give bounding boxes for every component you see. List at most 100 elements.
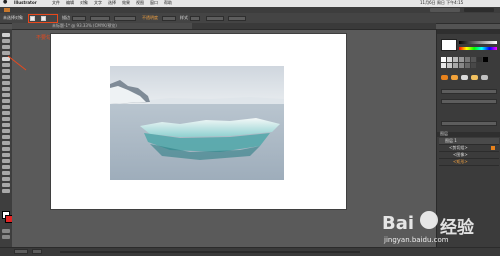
free-transform-icon[interactable] <box>2 117 10 121</box>
magic-wand-icon[interactable] <box>2 45 10 49</box>
stroke-panel-field[interactable] <box>441 89 497 94</box>
document-tab[interactable]: 未标题-1* @ 93.33% (CMYK/预览) <box>12 23 192 29</box>
document-tab-bar: 未标题-1* @ 93.33% (CMYK/预览) <box>12 23 436 30</box>
layer-row[interactable]: <剪切组> <box>439 145 499 152</box>
eyedropper-icon[interactable] <box>2 147 10 151</box>
color-fill-icon[interactable] <box>441 39 457 51</box>
swatch[interactable] <box>477 57 482 62</box>
annotation-highlight-box <box>28 14 58 23</box>
baidu-watermark: Bai 经验 jingyan.baidu.com <box>382 211 492 251</box>
annotation-arrow-icon <box>7 55 27 71</box>
brush-tool-icon[interactable] <box>2 81 10 85</box>
screen-mode-icon[interactable] <box>2 235 10 239</box>
draw-mode-icon[interactable] <box>2 229 10 233</box>
watermark-brand-2: 经验 <box>440 218 474 238</box>
horizontal-scrollbar[interactable] <box>60 251 360 253</box>
swatch[interactable] <box>447 57 452 62</box>
rotate-tool-icon[interactable] <box>2 99 10 103</box>
hand-tool-icon[interactable] <box>2 183 10 187</box>
swatch[interactable] <box>453 63 458 68</box>
swatch[interactable] <box>441 57 446 62</box>
opacity-label[interactable]: 不透明度 <box>142 16 158 20</box>
menu-file[interactable]: 文件 <box>52 1 60 5</box>
apple-icon[interactable]: ● <box>3 0 7 5</box>
panel-header[interactable] <box>437 29 500 34</box>
brush-preset-icon[interactable] <box>481 75 488 80</box>
brush-preset-icon[interactable] <box>461 75 468 80</box>
style-picker[interactable] <box>190 16 200 21</box>
swatch[interactable] <box>471 57 476 62</box>
menu-effect[interactable]: 效果 <box>122 1 130 5</box>
brush-preset-icon[interactable] <box>451 75 458 80</box>
menu-help[interactable]: 帮助 <box>164 1 172 5</box>
brush-preset-icon[interactable] <box>471 75 478 80</box>
perspective-grid-icon[interactable] <box>2 129 10 133</box>
stroke-weight-field[interactable] <box>72 16 86 21</box>
search-field[interactable] <box>464 8 494 12</box>
layers-panel-title: 图层 <box>440 131 448 136</box>
swatch[interactable] <box>465 63 470 68</box>
watermark-brand: Bai <box>382 213 415 234</box>
menu-object[interactable]: 对象 <box>80 1 88 5</box>
swatch[interactable] <box>459 57 464 62</box>
artboard-tool-icon[interactable] <box>2 171 10 175</box>
layer-select-indicator-icon[interactable] <box>491 146 495 150</box>
artboard-navigator[interactable] <box>32 249 42 254</box>
paw-icon <box>420 211 438 229</box>
swatch[interactable] <box>447 63 452 68</box>
document-setup-button[interactable] <box>206 16 224 21</box>
app-name[interactable]: Illustrator <box>14 1 37 5</box>
style-label: 样式 <box>180 15 188 20</box>
layer-row[interactable]: <图像> <box>439 152 499 159</box>
brush-definition-field[interactable] <box>114 16 136 21</box>
workspace-switcher[interactable] <box>430 8 460 12</box>
document-tab-title: 未标题-1* @ 93.33% (CMYK/预览) <box>52 23 117 28</box>
selection-tool-icon[interactable] <box>2 33 10 37</box>
zoom-level-field[interactable] <box>14 249 28 254</box>
opacity-field[interactable] <box>162 16 176 21</box>
placed-image-iceberg[interactable] <box>110 66 284 180</box>
eraser-tool-icon[interactable] <box>2 93 10 97</box>
swatch[interactable] <box>465 57 470 62</box>
blend-tool-icon[interactable] <box>2 153 10 157</box>
swatch[interactable] <box>453 57 458 62</box>
layer-row-label: <图像> <box>453 152 468 157</box>
clock: 11月6日 周日 下午4:15 <box>420 0 464 5</box>
ai-logo-icon <box>4 8 10 12</box>
pencil-tool-icon[interactable] <box>2 87 10 91</box>
menu-select[interactable]: 选择 <box>108 1 116 5</box>
swatch[interactable] <box>483 57 488 62</box>
variable-width-field[interactable] <box>90 16 110 21</box>
scale-tool-icon[interactable] <box>2 105 10 109</box>
layer-row[interactable]: 图层 1 <box>439 138 499 145</box>
selection-status: 未选择对象 <box>3 15 23 20</box>
preferences-button[interactable] <box>228 16 246 21</box>
layer-row-label: <矩形> <box>453 159 468 164</box>
transparency-panel-field[interactable] <box>441 121 497 126</box>
symbol-sprayer-icon[interactable] <box>2 159 10 163</box>
brush-preset-icon[interactable] <box>441 75 448 80</box>
layer-row[interactable]: <矩形> <box>439 159 499 166</box>
gradient-tool-icon[interactable] <box>2 141 10 145</box>
direct-selection-icon[interactable] <box>2 39 10 43</box>
menu-edit[interactable]: 编辑 <box>66 1 74 5</box>
layer-row-label: 图层 1 <box>445 138 457 143</box>
menu-type[interactable]: 文字 <box>94 1 102 5</box>
menu-view[interactable]: 视图 <box>136 1 144 5</box>
color-slider[interactable] <box>459 41 497 44</box>
shape-tool-icon[interactable] <box>2 75 10 79</box>
gradient-panel-field[interactable] <box>441 99 497 104</box>
mesh-tool-icon[interactable] <box>2 135 10 139</box>
width-tool-icon[interactable] <box>2 111 10 115</box>
zoom-tool-icon[interactable] <box>2 189 10 193</box>
swatch[interactable] <box>441 63 446 68</box>
swatch[interactable] <box>471 63 476 68</box>
watermark-url: jingyan.baidu.com <box>384 236 449 244</box>
shape-builder-icon[interactable] <box>2 123 10 127</box>
layers-panel-header[interactable]: 图层 <box>437 132 500 137</box>
menu-window[interactable]: 窗口 <box>150 1 158 5</box>
color-spectrum[interactable] <box>459 47 497 50</box>
swatch[interactable] <box>459 63 464 68</box>
slice-tool-icon[interactable] <box>2 177 10 181</box>
graph-tool-icon[interactable] <box>2 165 10 169</box>
